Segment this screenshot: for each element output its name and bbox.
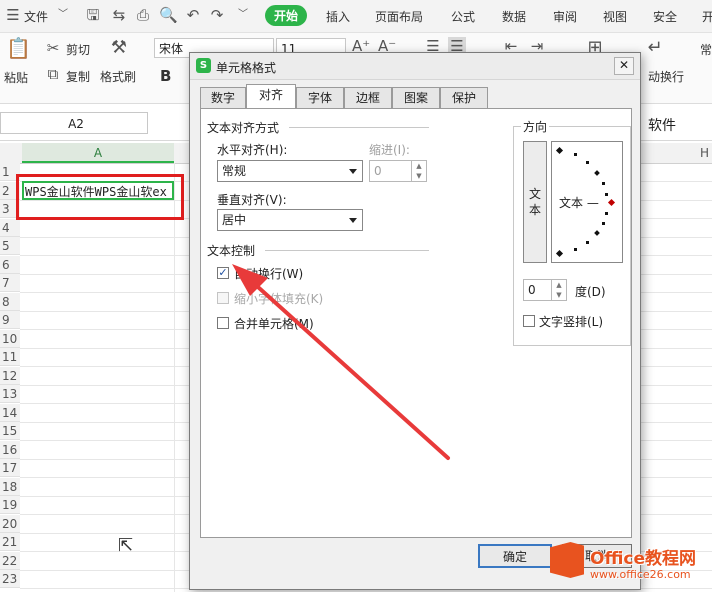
watermark: Office教程网 www.office26.com bbox=[548, 540, 712, 588]
watermark-brand: Office教程网 bbox=[590, 549, 697, 569]
annotation-arrow bbox=[232, 264, 450, 460]
watermark-url: www.office26.com bbox=[590, 568, 691, 581]
office-logo-icon bbox=[550, 542, 584, 578]
